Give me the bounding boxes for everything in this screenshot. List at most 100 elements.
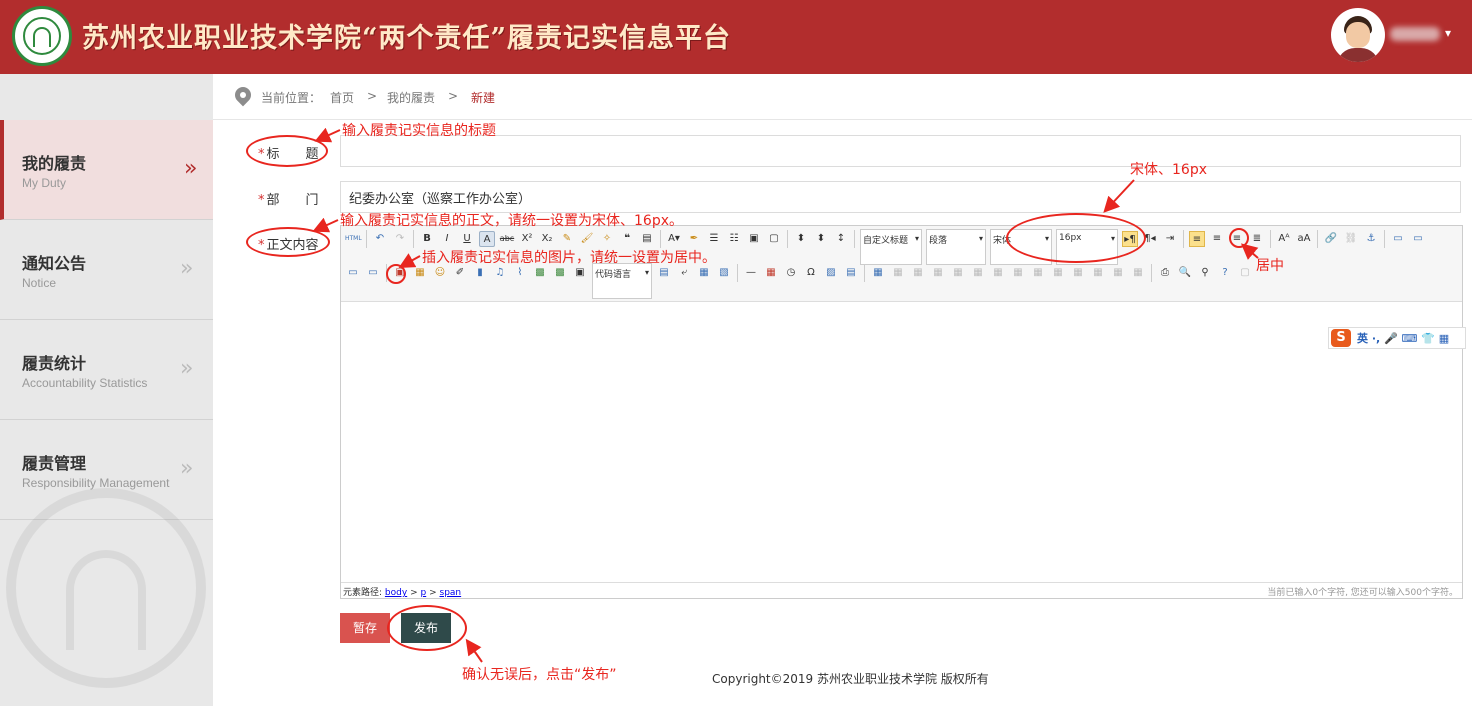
row-spacing-bottom-icon[interactable]: ⬍	[813, 231, 829, 247]
map-icon[interactable]: ▩	[532, 265, 548, 281]
breadcrumb-home[interactable]: 首页	[330, 89, 354, 106]
attachment-icon[interactable]: ⌇	[512, 265, 528, 281]
user-avatar[interactable]	[1331, 8, 1385, 62]
drafts-icon[interactable]: ▢	[1237, 265, 1253, 281]
font-color-icon[interactable]: A▾	[666, 231, 682, 247]
anchor-icon[interactable]: ⚓	[1363, 231, 1379, 247]
web-image-icon[interactable]: ▧	[716, 265, 732, 281]
split-cells-icon[interactable]: ▦	[1070, 265, 1086, 281]
breadcrumb-my-duty[interactable]: 我的履责	[387, 89, 435, 106]
to-lowercase-icon[interactable]: aA	[1296, 231, 1312, 247]
image-right-float-icon[interactable]: ▭	[345, 265, 361, 281]
insert-table-icon[interactable]: ▦	[870, 265, 886, 281]
strikethrough-icon[interactable]: abc	[499, 231, 515, 247]
split-rows-icon[interactable]: ▦	[1090, 265, 1106, 281]
sidebar-item-statistics[interactable]: 履责统计 Accountability Statistics »	[0, 320, 213, 420]
delete-col-icon[interactable]: ▦	[990, 265, 1006, 281]
align-justify-icon[interactable]: ≣	[1249, 231, 1265, 247]
insert-image-icon[interactable]: ▦	[412, 265, 428, 281]
merge-down-icon[interactable]: ▦	[1050, 265, 1066, 281]
unordered-list-icon[interactable]: ☷	[726, 231, 742, 247]
chart-icon[interactable]: ▦	[1130, 265, 1146, 281]
html-source-icon[interactable]: HTML	[345, 231, 362, 247]
undo-icon[interactable]: ↶	[372, 231, 388, 247]
google-map-icon[interactable]: ▩	[552, 265, 568, 281]
annotation-image-hint: 插入履责记实信息的图片，请统一设置为居中。	[422, 250, 716, 266]
snapshot-icon[interactable]: ▤	[843, 265, 859, 281]
title-input[interactable]	[340, 135, 1461, 167]
department-input[interactable]	[340, 181, 1461, 213]
location-pin-icon	[231, 83, 255, 107]
search-replace-icon[interactable]: ⚲	[1197, 265, 1213, 281]
template-icon[interactable]: ▤	[656, 265, 672, 281]
font-border-icon[interactable]: A	[479, 231, 495, 247]
merge-right-icon[interactable]: ▦	[1030, 265, 1046, 281]
image-left-float-icon[interactable]: ▭	[1410, 231, 1426, 247]
insert-col-icon[interactable]: ▦	[970, 265, 986, 281]
merge-cells-icon[interactable]: ▦	[1010, 265, 1026, 281]
format-brush-icon[interactable]: 🖌	[579, 231, 595, 247]
redo-icon[interactable]: ↷	[392, 231, 408, 247]
save-draft-button[interactable]: 暂存	[340, 613, 390, 643]
username-blurred[interactable]	[1390, 27, 1440, 41]
ime-toolbar[interactable]: S 英 ·, 🎤 ⌨ 👕 ▦	[1328, 327, 1466, 349]
sidebar-item-label: 我的履责	[22, 154, 87, 173]
delete-table-icon[interactable]: ▦	[890, 265, 906, 281]
help-icon[interactable]: ?	[1217, 265, 1233, 281]
print-icon[interactable]: ⎙	[1157, 265, 1173, 281]
align-center-icon[interactable]: ≡	[1209, 231, 1225, 247]
editor-content-area[interactable]	[341, 303, 1462, 582]
image-center-icon[interactable]: ▭	[365, 265, 381, 281]
insert-row-icon[interactable]: ▦	[930, 265, 946, 281]
select-all-icon[interactable]: ▣	[746, 231, 762, 247]
element-path: 元素路径: body > p > span	[343, 585, 461, 598]
align-left-icon[interactable]: ≡	[1189, 231, 1205, 247]
link-icon[interactable]: 🔗	[1323, 231, 1339, 247]
paste-plain-icon[interactable]: ▤	[639, 231, 655, 247]
italic-icon[interactable]: I	[439, 231, 455, 247]
background-icon[interactable]: ▦	[696, 265, 712, 281]
time-icon[interactable]: ◷	[783, 265, 799, 281]
clear-doc-icon[interactable]: ▢	[766, 231, 782, 247]
insert-frame-icon[interactable]: ▣	[572, 265, 588, 281]
element-path-body[interactable]: body	[385, 588, 407, 598]
to-uppercase-icon[interactable]: Aᴬ	[1276, 231, 1292, 247]
image-none-float-icon[interactable]: ▭	[1390, 231, 1406, 247]
sidebar-item-notice[interactable]: 通知公告 Notice »	[0, 220, 213, 320]
delete-row-icon[interactable]: ▦	[950, 265, 966, 281]
word-image-icon[interactable]: ▨	[823, 265, 839, 281]
row-spacing-top-icon[interactable]: ⬍	[793, 231, 809, 247]
insert-video-icon[interactable]: ▮	[472, 265, 488, 281]
ime-tools[interactable]: 英 ·, 🎤 ⌨ 👕 ▦	[1357, 330, 1449, 346]
date-icon[interactable]: ▦	[763, 265, 779, 281]
user-menu-caret-icon[interactable]: ▾	[1445, 26, 1451, 40]
double-chevron-right-icon: »	[184, 156, 198, 181]
sogou-ime-icon[interactable]: S	[1331, 329, 1351, 347]
emotion-icon[interactable]: ☺	[432, 265, 448, 281]
ordered-list-icon[interactable]: ☰	[706, 231, 722, 247]
underline-icon[interactable]: U	[459, 231, 475, 247]
line-height-icon[interactable]: ↕	[833, 231, 849, 247]
unlink-icon[interactable]: ⛓	[1343, 231, 1359, 247]
annotation-body-hint: 输入履责记实信息的正文，请统一设置为宋体、16px。	[340, 213, 683, 229]
superscript-icon[interactable]: X²	[519, 231, 535, 247]
auto-format-icon[interactable]: ✧	[599, 231, 615, 247]
blockquote-icon[interactable]: ❝	[619, 231, 635, 247]
sidebar-item-my-duty[interactable]: 我的履责 My Duty »	[0, 120, 213, 220]
insert-paragraph-before-table-icon[interactable]: ▦	[910, 265, 926, 281]
scrawl-icon[interactable]: ✐	[452, 265, 468, 281]
preview-icon[interactable]: 🔍	[1177, 265, 1193, 281]
indent-icon[interactable]: ⇥	[1162, 231, 1178, 247]
split-cols-icon[interactable]: ▦	[1110, 265, 1126, 281]
bold-icon[interactable]: B	[419, 231, 435, 247]
element-path-p[interactable]: p	[420, 588, 426, 598]
subscript-icon[interactable]: X₂	[539, 231, 555, 247]
element-path-span[interactable]: span	[440, 588, 462, 598]
music-icon[interactable]: ♫	[492, 265, 508, 281]
special-char-icon[interactable]: Ω	[803, 265, 819, 281]
page-break-icon[interactable]: ⤶	[676, 265, 692, 281]
horizontal-rule-icon[interactable]: —	[743, 265, 759, 281]
highlight-color-icon[interactable]: ✒	[686, 231, 702, 247]
code-language-select[interactable]: 代码语言 ▾	[592, 263, 652, 299]
eraser-icon[interactable]: ✎	[559, 231, 575, 247]
